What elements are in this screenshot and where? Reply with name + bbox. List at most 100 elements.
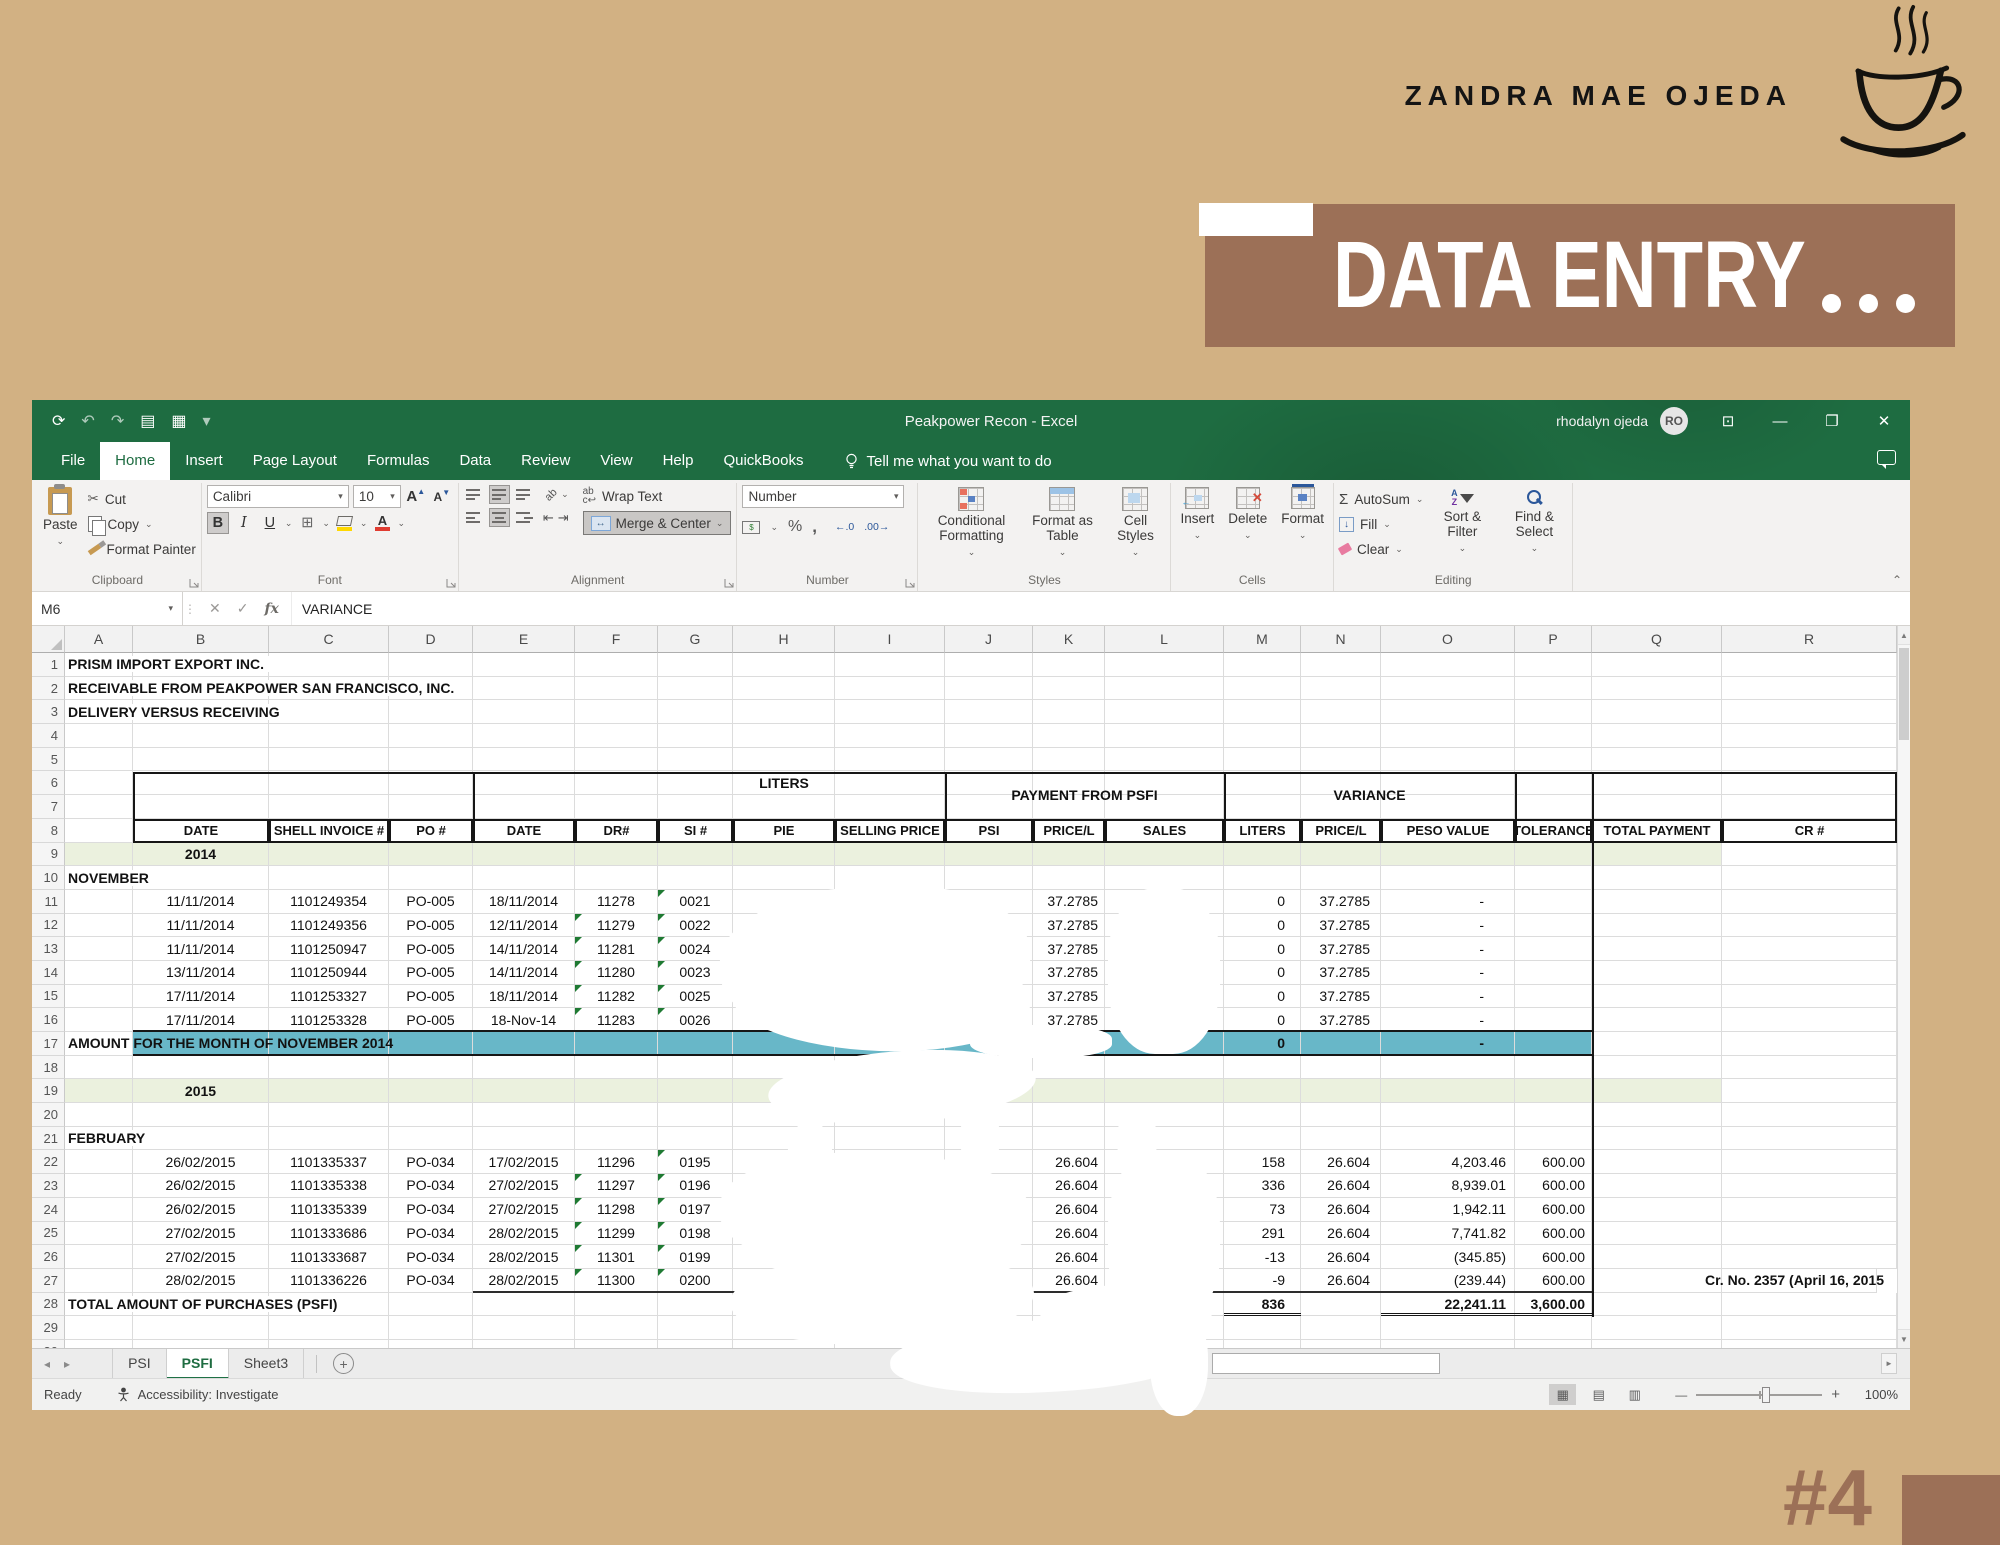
cell-F25[interactable]: 11299 — [575, 1222, 658, 1246]
cell-R20[interactable] — [1722, 1103, 1897, 1127]
cell-N21[interactable] — [1301, 1127, 1381, 1151]
cell-M24[interactable]: 73 — [1224, 1198, 1301, 1222]
cell-E27[interactable]: 28/02/2015 — [473, 1269, 575, 1293]
cell-L17[interactable] — [1105, 1032, 1224, 1056]
cell-A28[interactable]: TOTAL AMOUNT OF PURCHASES (PSFI) — [65, 1293, 133, 1317]
cell-N23[interactable]: 26.604 — [1301, 1174, 1381, 1198]
cell-P6[interactable] — [1515, 771, 1592, 795]
view-shortcuts-icon[interactable]: ▦ — [171, 411, 186, 431]
cell-N28[interactable] — [1301, 1293, 1381, 1317]
cell-O11[interactable]: - — [1381, 890, 1515, 914]
cell-J20[interactable] — [945, 1103, 1033, 1127]
cell-G24[interactable]: 0197 — [658, 1198, 733, 1222]
cell-I11[interactable] — [835, 890, 945, 914]
cell-R8[interactable]: CR # — [1722, 819, 1897, 843]
cell-P18[interactable] — [1515, 1056, 1592, 1080]
cell-E14[interactable]: 14/11/2014 — [473, 961, 575, 985]
next-sheet-icon[interactable]: ▸ — [64, 1357, 70, 1371]
cell-L5[interactable] — [1105, 748, 1224, 772]
cell-F16[interactable]: 11283 — [575, 1008, 658, 1032]
cell-K28[interactable] — [1033, 1293, 1105, 1317]
cell-G16[interactable]: 0026 — [658, 1008, 733, 1032]
cell-K1[interactable] — [1033, 653, 1105, 677]
cell-D14[interactable]: PO-005 — [389, 961, 473, 985]
cell-A18[interactable] — [65, 1056, 133, 1080]
cell-A9[interactable] — [65, 843, 133, 867]
column-header-Q[interactable]: Q — [1592, 626, 1722, 653]
cell-L18[interactable] — [1105, 1056, 1224, 1080]
zoom-slider[interactable]: — + — [1675, 1386, 1840, 1403]
cell-P29[interactable] — [1515, 1316, 1592, 1340]
cell-J4[interactable] — [945, 724, 1033, 748]
cell-H26[interactable] — [733, 1245, 835, 1269]
row-header-29[interactable]: 29 — [32, 1316, 65, 1340]
cell-R22[interactable] — [1722, 1150, 1897, 1174]
cell-I3[interactable] — [835, 700, 945, 724]
column-header-C[interactable]: C — [269, 626, 389, 653]
cell-G19[interactable] — [658, 1079, 733, 1103]
align-top-button[interactable] — [464, 485, 485, 504]
cell-I19[interactable] — [835, 1079, 945, 1103]
cell-I8[interactable]: SELLING PRICE — [835, 819, 945, 843]
cell-P11[interactable] — [1515, 890, 1592, 914]
menu-tab-help[interactable]: Help — [648, 442, 709, 480]
cell-J17[interactable] — [945, 1032, 1033, 1056]
column-header-E[interactable]: E — [473, 626, 575, 653]
borders-button[interactable]: ⊞ — [296, 512, 318, 534]
cell-Q6[interactable] — [1592, 771, 1722, 795]
horizontal-scroll-track[interactable] — [1194, 1353, 1881, 1374]
align-left-button[interactable] — [464, 508, 485, 527]
menu-tab-home[interactable]: Home — [100, 442, 170, 480]
row-header-27[interactable]: 27 — [32, 1269, 65, 1293]
cell-P17[interactable] — [1515, 1032, 1592, 1056]
cell-B12[interactable]: 11/11/2014 — [133, 914, 269, 938]
column-header-F[interactable]: F — [575, 626, 658, 653]
cell-E8[interactable]: DATE — [473, 819, 575, 843]
cell-G10[interactable] — [658, 866, 733, 890]
fill-color-button[interactable] — [334, 512, 356, 534]
column-header-A[interactable]: A — [65, 626, 133, 653]
cell-M13[interactable]: 0 — [1224, 937, 1301, 961]
menu-tab-file[interactable]: File — [46, 442, 100, 480]
font-size-select[interactable]: 10▾ — [353, 485, 401, 508]
cell-O8[interactable]: PESO VALUE — [1381, 819, 1515, 843]
cell-D20[interactable] — [389, 1103, 473, 1127]
cell-A1[interactable]: PRISM IMPORT EXPORT INC. — [65, 653, 133, 677]
cell-M4[interactable] — [1224, 724, 1301, 748]
chevron-down-icon[interactable]: ⌄ — [770, 522, 778, 533]
font-name-select[interactable]: Calibri▾ — [207, 485, 349, 508]
cell-M23[interactable]: 336 — [1224, 1174, 1301, 1198]
cell-R23[interactable] — [1722, 1174, 1897, 1198]
cell-M27[interactable]: -9 — [1224, 1269, 1301, 1293]
cell-K7[interactable] — [1033, 795, 1105, 819]
cell-A30[interactable] — [65, 1340, 133, 1348]
cell-Q12[interactable] — [1592, 914, 1722, 938]
cell-P8[interactable]: TOLERANCE — [1515, 819, 1592, 843]
menu-tab-review[interactable]: Review — [506, 442, 585, 480]
cell-J3[interactable] — [945, 700, 1033, 724]
cell-E12[interactable]: 12/11/2014 — [473, 914, 575, 938]
cell-H25[interactable] — [733, 1222, 835, 1246]
cell-D24[interactable]: PO-034 — [389, 1198, 473, 1222]
cell-J30[interactable] — [945, 1340, 1033, 1348]
cell-R29[interactable] — [1722, 1316, 1897, 1340]
wrap-text-button[interactable]: abc↩ Wrap Text — [583, 485, 732, 507]
undo-icon[interactable]: ↶ — [81, 411, 94, 431]
cell-E29[interactable] — [473, 1316, 575, 1340]
cell-Q1[interactable] — [1592, 653, 1722, 677]
cell-D17[interactable] — [389, 1032, 473, 1056]
row-header-13[interactable]: 13 — [32, 937, 65, 961]
cell-O1[interactable] — [1381, 653, 1515, 677]
cell-L12[interactable] — [1105, 914, 1224, 938]
cell-H30[interactable] — [733, 1340, 835, 1348]
cell-E19[interactable] — [473, 1079, 575, 1103]
column-header-P[interactable]: P — [1515, 626, 1592, 653]
cell-G7[interactable] — [658, 795, 733, 819]
cell-R4[interactable] — [1722, 724, 1897, 748]
cell-A11[interactable] — [65, 890, 133, 914]
cell-B27[interactable]: 28/02/2015 — [133, 1269, 269, 1293]
cell-E6[interactable] — [473, 771, 575, 795]
cell-L24[interactable] — [1105, 1198, 1224, 1222]
cell-F30[interactable] — [575, 1340, 658, 1348]
cell-N24[interactable]: 26.604 — [1301, 1198, 1381, 1222]
